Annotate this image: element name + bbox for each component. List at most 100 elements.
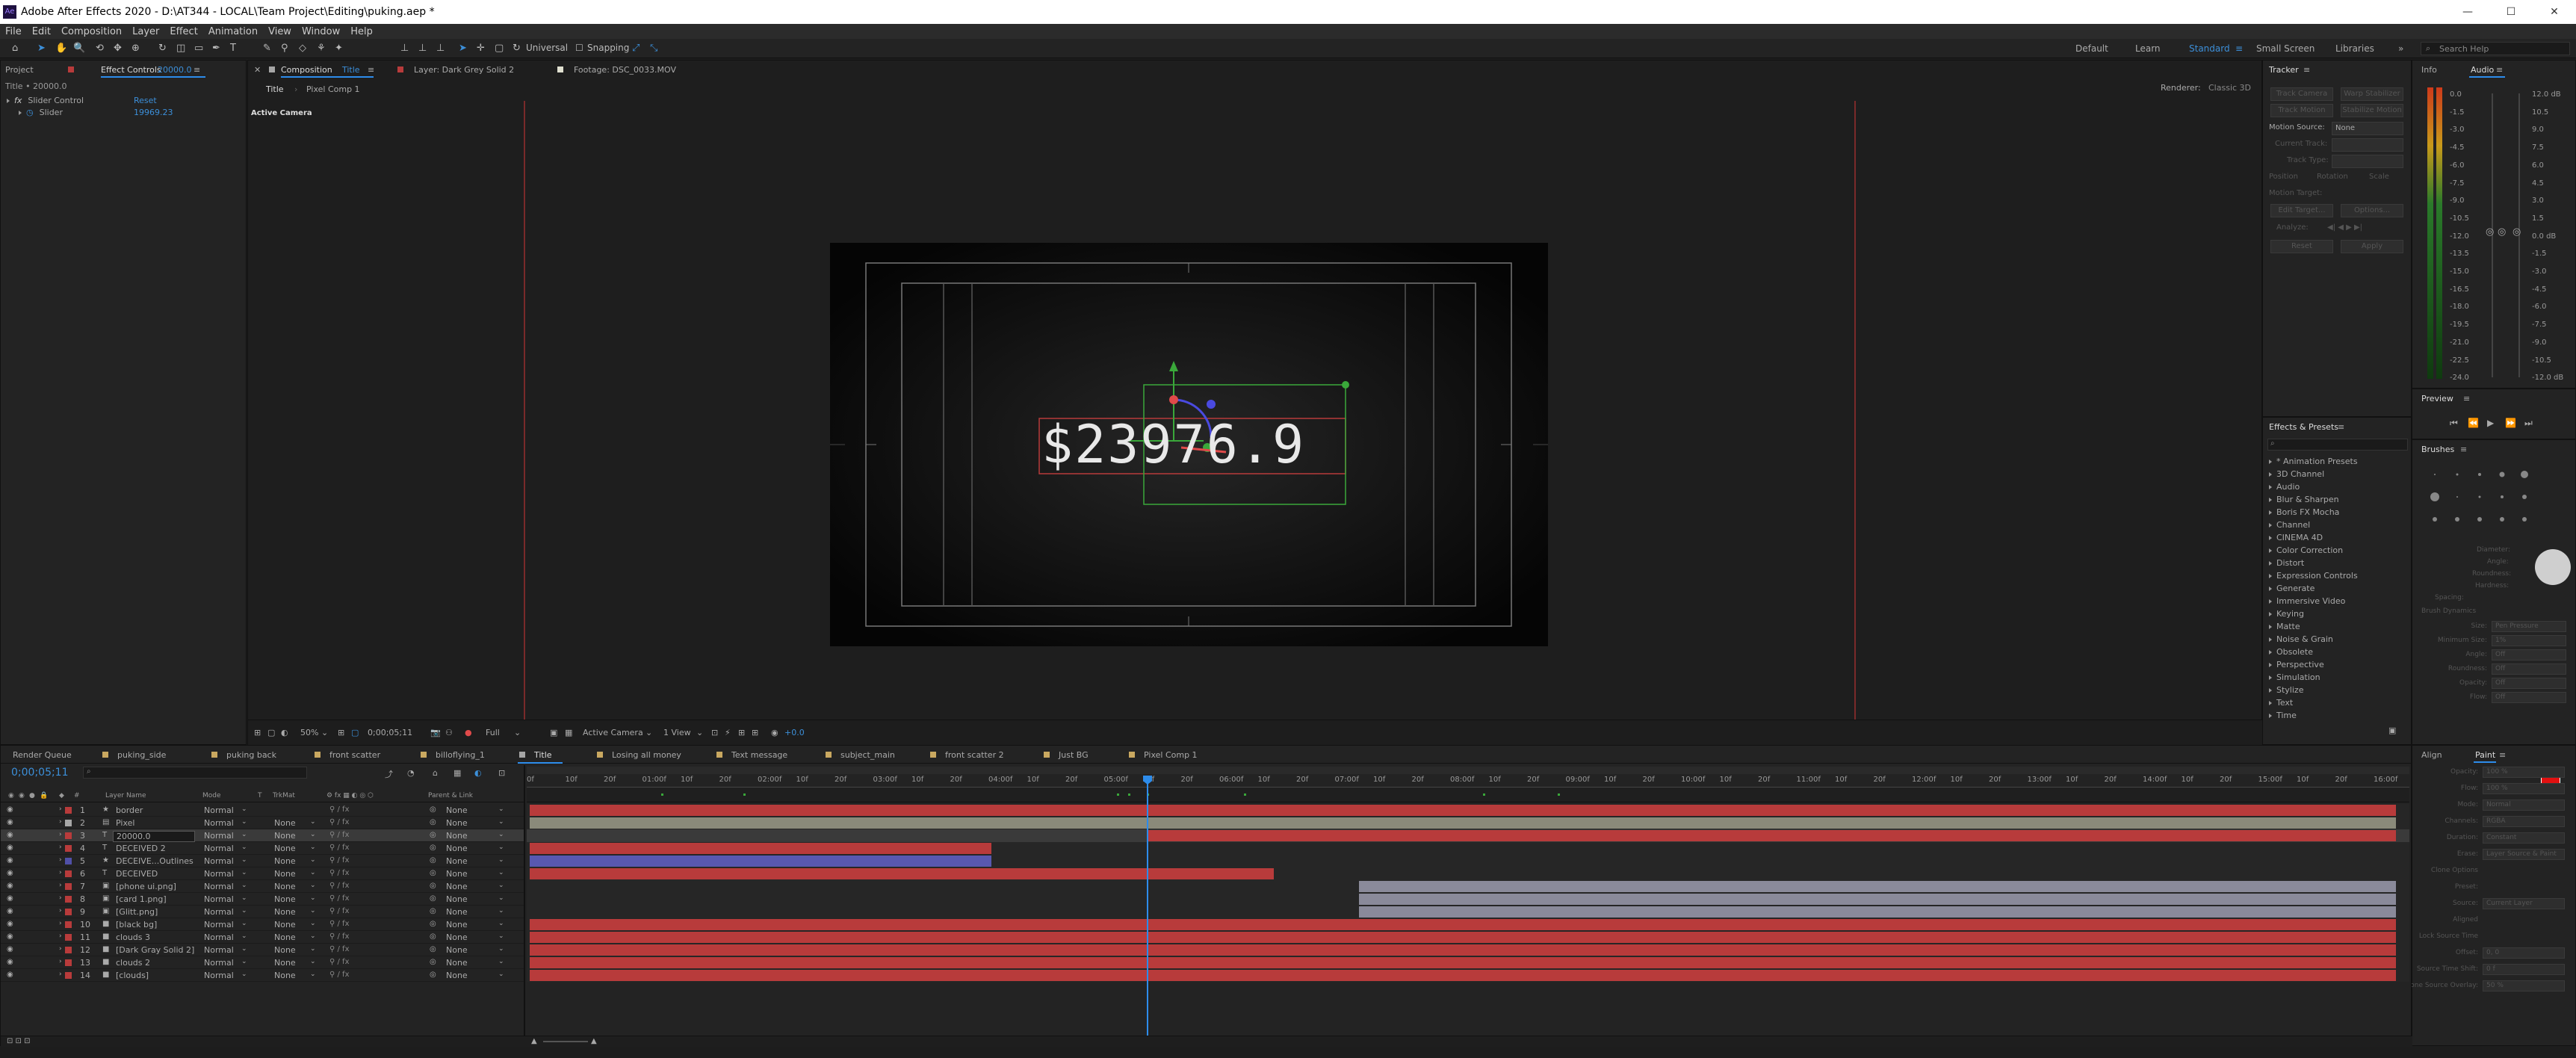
- preview-title[interactable]: Preview: [2421, 394, 2453, 403]
- chevron-down-icon[interactable]: ⌄: [241, 869, 247, 876]
- chevron-down-icon[interactable]: ⌄: [310, 894, 316, 902]
- chevron-down-icon[interactable]: ⌄: [310, 907, 316, 915]
- snapshot-icon[interactable]: 📷: [430, 728, 441, 737]
- trkmat-select[interactable]: None: [274, 932, 296, 942]
- brush-dynamic-select[interactable]: Off: [2492, 663, 2566, 675]
- timeline-tab[interactable]: subject_main: [840, 750, 895, 760]
- switches-icon[interactable]: ⚲ / fx: [329, 831, 350, 839]
- switches-icon[interactable]: ⚲ / fx: [329, 945, 350, 953]
- chevron-down-icon[interactable]: ⌄: [310, 844, 316, 851]
- parent-select[interactable]: None: [446, 831, 468, 841]
- chevron-down-icon[interactable]: ⌄: [310, 882, 316, 889]
- effect-category-item[interactable]: Perspective: [2269, 660, 2324, 672]
- eye-icon[interactable]: ◉: [7, 907, 13, 915]
- layer-duration-bar[interactable]: [1359, 881, 2396, 892]
- minimize-icon[interactable]: —: [2446, 0, 2489, 24]
- chevron-down-icon[interactable]: ⌄: [241, 932, 247, 940]
- timeline-search-input[interactable]: ⌕: [83, 767, 307, 779]
- trkmat-select[interactable]: None: [274, 856, 296, 866]
- snapping-checkbox[interactable]: ☐: [575, 43, 583, 53]
- effect-category-item[interactable]: Stylize: [2269, 685, 2303, 697]
- paint-setting-value[interactable]: Constant: [2483, 832, 2565, 844]
- expand-triangle-icon[interactable]: ›: [59, 844, 62, 851]
- expand-triangle-icon[interactable]: [2269, 714, 2272, 718]
- label-color-icon[interactable]: [65, 921, 72, 928]
- label-color-icon[interactable]: [65, 870, 72, 877]
- expand-triangle-icon[interactable]: [2269, 498, 2272, 502]
- pick-whip-icon[interactable]: ◎: [430, 932, 436, 941]
- expand-triangle-icon[interactable]: ›: [59, 932, 62, 940]
- expand-triangle-icon[interactable]: [2269, 688, 2272, 693]
- workspace-standard[interactable]: Standard: [2189, 43, 2230, 54]
- layer-row[interactable]: ◉ › 4 T DECEIVED 2 Normal ⌄ None ⌄ ⚲ / fx ◎ None ⌄: [1, 842, 524, 855]
- chevron-down-icon[interactable]: ⌄: [310, 945, 316, 953]
- layer-row[interactable]: ◉ › 12 ■ [Dark Gray Solid 2] Normal ⌄ None ⌄ ⚲ / …: [1, 944, 524, 956]
- expand-triangle-icon[interactable]: [2269, 625, 2272, 629]
- effect-category-item[interactable]: Channel: [2269, 520, 2310, 532]
- extended-viewer-icon[interactable]: ➤: [459, 43, 467, 54]
- mode-select[interactable]: Normal: [204, 920, 234, 929]
- switches-icon[interactable]: ⚲ / fx: [329, 818, 350, 826]
- label-color-icon[interactable]: [65, 832, 72, 839]
- layer-name[interactable]: DECEIVE...Outlines: [116, 856, 193, 866]
- tab-composition[interactable]: Composition: [281, 65, 332, 75]
- puppet-pin-icon[interactable]: ✦: [335, 43, 343, 54]
- parent-select[interactable]: None: [446, 805, 468, 815]
- label-color-icon[interactable]: [65, 959, 72, 966]
- menu-layer[interactable]: Layer: [127, 26, 164, 37]
- paint-setting-value[interactable]: 50 %: [2483, 980, 2565, 992]
- layer-row[interactable]: ◉ › 2 ▤ Pixel Normal ⌄ None ⌄ ⚲ / fx ◎ None ⌄: [1, 817, 524, 829]
- zoom-in-icon[interactable]: ▲: [591, 1037, 597, 1045]
- chevron-down-icon[interactable]: ⌄: [310, 932, 316, 940]
- pick-whip-icon[interactable]: ◎: [430, 945, 436, 953]
- rotate-tool-icon[interactable]: ↻: [158, 43, 167, 54]
- tab-align[interactable]: Align: [2421, 750, 2442, 760]
- trkmat-select[interactable]: None: [274, 907, 296, 917]
- layer-duration-bar[interactable]: [530, 919, 2396, 930]
- local-axis-icon[interactable]: ⊥: [400, 43, 409, 54]
- chevron-down-icon[interactable]: ⌄: [310, 971, 316, 978]
- analyze-controls-icon[interactable]: ◀| ◀ ▶ ▶|: [2327, 223, 2362, 232]
- exposure-icon[interactable]: ◉: [771, 728, 778, 737]
- pick-whip-icon[interactable]: ◎: [430, 971, 436, 979]
- eye-icon[interactable]: ◉: [7, 856, 13, 864]
- mode-select[interactable]: Normal: [204, 971, 234, 980]
- expand-triangle-icon[interactable]: [2269, 523, 2272, 528]
- chevron-down-icon[interactable]: ⌄: [498, 856, 504, 864]
- chevron-down-icon[interactable]: ⌄: [498, 869, 504, 876]
- layer-name[interactable]: [black bg]: [116, 920, 157, 929]
- expand-triangle-icon[interactable]: ›: [59, 920, 62, 927]
- chevron-down-icon[interactable]: ⌄: [498, 945, 504, 953]
- menu-composition[interactable]: Composition: [56, 26, 127, 37]
- label-color-icon[interactable]: [65, 820, 72, 826]
- layer-duration-bar[interactable]: [1359, 894, 2396, 905]
- maximize-icon[interactable]: ☐: [2489, 0, 2533, 24]
- tab-project[interactable]: Project: [5, 65, 34, 75]
- warp-stabilizer-button[interactable]: Warp Stabilizer: [2341, 87, 2403, 101]
- chevron-down-icon[interactable]: ⌄: [241, 882, 247, 889]
- layer-name[interactable]: clouds 2: [116, 958, 150, 968]
- timeline-tab[interactable]: puking back: [226, 750, 276, 760]
- parent-select[interactable]: None: [446, 818, 468, 828]
- expand-triangle-icon[interactable]: [7, 99, 10, 103]
- zoom-out-icon[interactable]: ▲: [531, 1037, 537, 1045]
- scale-checkbox[interactable]: Scale: [2369, 173, 2389, 181]
- expand-triangle-icon[interactable]: [2269, 675, 2272, 680]
- mode-select[interactable]: Normal: [204, 869, 234, 879]
- trkmat-select[interactable]: None: [274, 882, 296, 891]
- parent-select[interactable]: None: [446, 920, 468, 929]
- track-camera-icon[interactable]: ⊕: [131, 43, 140, 54]
- new-bin-icon[interactable]: ▣: [2388, 726, 2396, 735]
- timeline-tab[interactable]: front scatter: [329, 750, 380, 760]
- layer-row[interactable]: ◉ › 8 ▣ [card 1.png] Normal ⌄ None ⌄ ⚲ / fx ◎ None ⌄: [1, 893, 524, 906]
- chevron-down-icon[interactable]: ⌄: [241, 920, 247, 927]
- brush-dynamic-select[interactable]: 1%: [2492, 635, 2566, 646]
- layer-name[interactable]: 20000.0: [113, 831, 195, 842]
- label-color-icon[interactable]: [65, 883, 72, 890]
- timeline-tab[interactable]: Just BG: [1059, 750, 1089, 760]
- breadcrumb-title[interactable]: Title: [266, 84, 284, 94]
- trkmat-select[interactable]: None: [274, 894, 296, 904]
- pan-behind-icon[interactable]: ✥: [114, 43, 122, 54]
- chevron-down-icon[interactable]: ⌄: [241, 894, 247, 902]
- edit-target-button[interactable]: Edit Target...: [2270, 204, 2333, 217]
